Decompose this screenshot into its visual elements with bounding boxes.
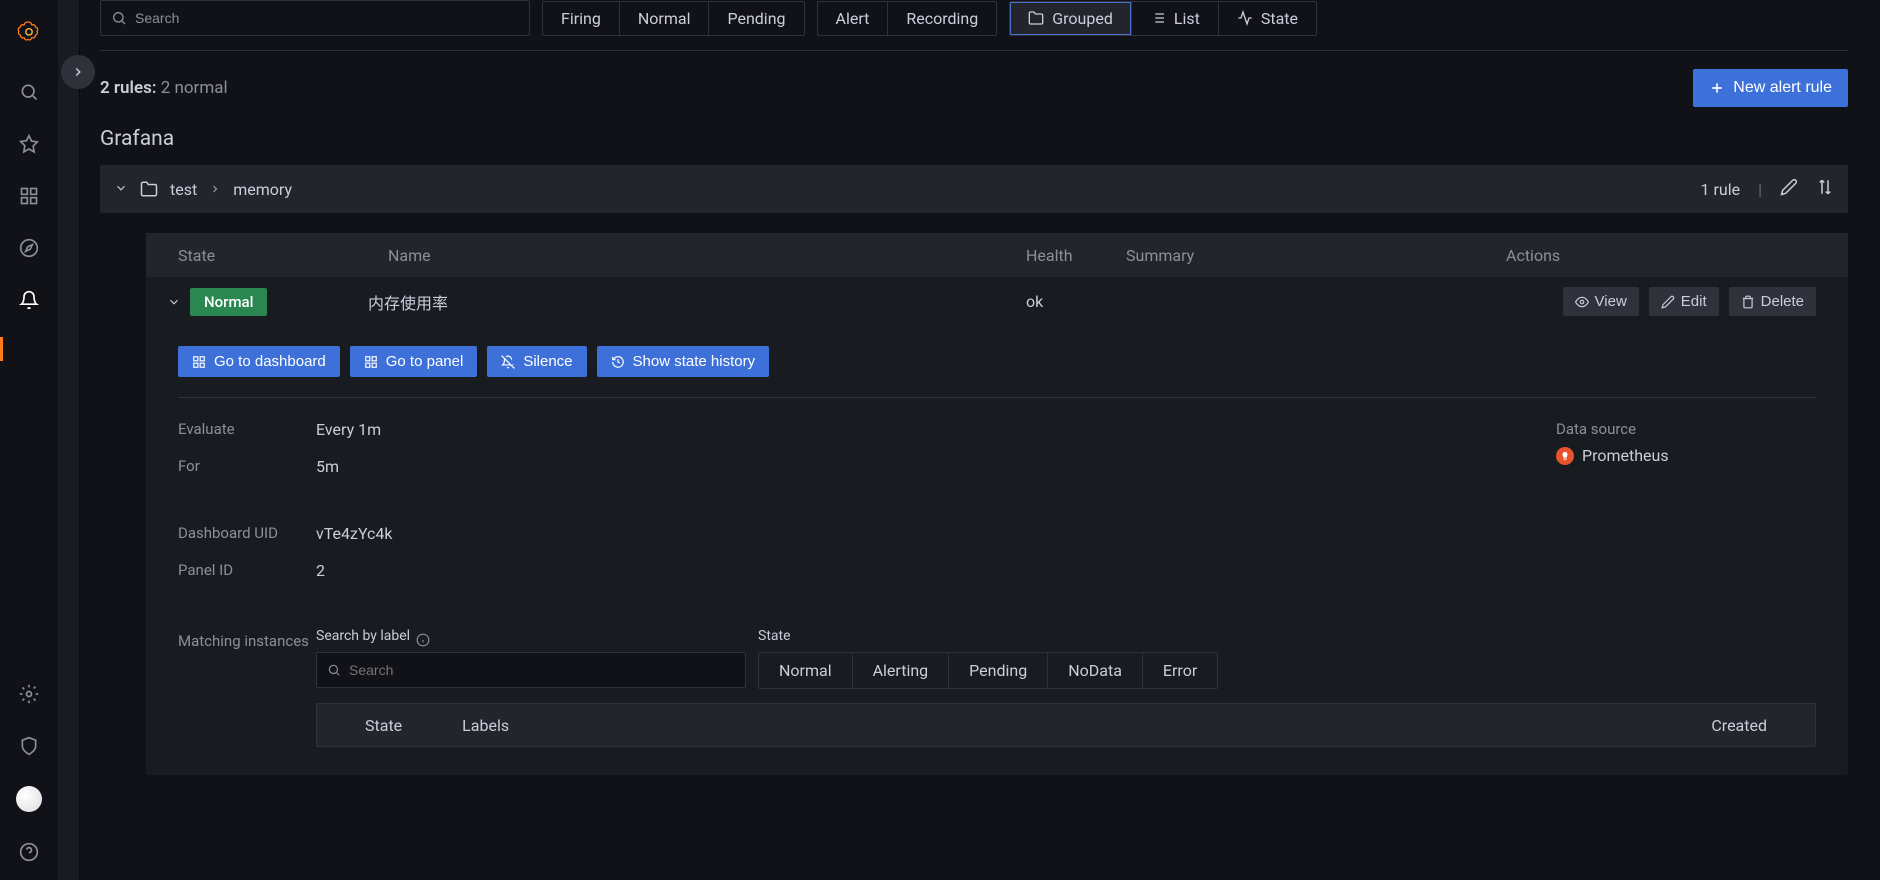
view-button[interactable]: View <box>1563 287 1639 316</box>
star-icon[interactable] <box>17 132 41 156</box>
view-toggle-group: Grouped List State <box>1009 1 1317 36</box>
chevron-right-icon <box>209 183 221 195</box>
rules-summary: 2 rules: 2 normal <box>100 78 228 98</box>
go-to-dashboard-button[interactable]: Go to dashboard <box>178 346 340 377</box>
instances-table-header: State Labels Created <box>316 703 1816 747</box>
state-error[interactable]: Error <box>1143 653 1217 688</box>
rule-row: Normal 内存使用率 ok View Edit Delete <box>146 277 1848 326</box>
folder-icon <box>1028 10 1044 26</box>
for-label: For <box>178 457 316 476</box>
settings-icon[interactable] <box>17 682 41 706</box>
active-indicator <box>0 337 3 361</box>
status-badge: Normal <box>190 288 267 316</box>
rule-expanded: Go to dashboard Go to panel Silence Show… <box>146 326 1848 775</box>
state-pending[interactable]: Pending <box>949 653 1048 688</box>
go-to-panel-button[interactable]: Go to panel <box>350 346 478 377</box>
search-icon[interactable] <box>17 80 41 104</box>
avatar[interactable] <box>16 786 42 812</box>
trash-icon <box>1741 295 1755 309</box>
activity-icon <box>1237 10 1253 26</box>
data-source-label: Data source <box>1556 420 1816 438</box>
label-search-input[interactable] <box>316 652 746 688</box>
group-label: memory <box>233 180 292 199</box>
search-icon <box>327 663 341 677</box>
info-icon[interactable] <box>416 633 430 647</box>
list-icon <box>1150 10 1166 26</box>
state-nodata[interactable]: NoData <box>1048 653 1143 688</box>
search-by-label-label: Search by label <box>316 628 410 644</box>
dashboard-uid-value: vTe4zYc4k <box>316 524 393 543</box>
edit-button[interactable]: Edit <box>1649 287 1719 316</box>
dashboards-icon[interactable] <box>17 184 41 208</box>
pencil-icon <box>1661 295 1675 309</box>
shield-icon[interactable] <box>17 734 41 758</box>
instance-state-filter: Normal Alerting Pending NoData Error <box>758 652 1218 689</box>
collapse-rule[interactable] <box>158 295 190 309</box>
dashboard-uid-label: Dashboard UID <box>178 524 316 543</box>
history-icon <box>611 355 625 369</box>
eye-icon <box>1575 295 1589 309</box>
plus-icon <box>1709 80 1725 96</box>
drawer-toggle[interactable] <box>61 55 95 89</box>
bell-off-icon <box>501 355 515 369</box>
panel-id-label: Panel ID <box>178 561 316 580</box>
state-filter-label: State <box>758 628 1218 644</box>
state-filter-group: Firing Normal Pending <box>542 1 805 36</box>
new-alert-rule-button[interactable]: New alert rule <box>1693 69 1848 107</box>
main-content: Firing Normal Pending Alert Recording Gr… <box>80 0 1880 880</box>
evaluate-label: Evaluate <box>178 420 316 439</box>
label-search-field[interactable] <box>349 662 735 678</box>
edit-group-button[interactable] <box>1780 178 1798 200</box>
filter-alert[interactable]: Alert <box>818 2 889 35</box>
rule-table-header: State Name Health Summary Actions <box>146 233 1848 277</box>
search-field[interactable] <box>135 10 519 26</box>
filter-recording[interactable]: Recording <box>888 2 996 35</box>
nav-sidebar <box>0 0 58 880</box>
filter-firing[interactable]: Firing <box>543 2 620 35</box>
rule-card: State Name Health Summary Actions Normal… <box>146 233 1848 775</box>
filter-pending[interactable]: Pending <box>709 2 803 35</box>
for-value: 5m <box>316 457 339 476</box>
filter-normal[interactable]: Normal <box>620 2 710 35</box>
evaluate-value: Every 1m <box>316 420 381 439</box>
data-source-row: Prometheus <box>1556 446 1816 465</box>
type-filter-group: Alert Recording <box>817 1 998 36</box>
page-title: Grafana <box>100 127 1848 151</box>
search-input[interactable] <box>100 0 530 36</box>
view-state[interactable]: State <box>1219 2 1316 35</box>
view-list[interactable]: List <box>1132 2 1219 35</box>
rule-count: 1 rule <box>1701 180 1741 199</box>
apps-icon <box>192 355 206 369</box>
search-icon <box>111 10 127 26</box>
grafana-logo[interactable] <box>11 16 47 52</box>
namespace-label: test <box>170 180 197 199</box>
panel-id-value: 2 <box>316 561 325 580</box>
help-icon[interactable] <box>17 840 41 864</box>
rule-group-header: test memory 1 rule | <box>100 165 1848 213</box>
matching-instances-label: Matching instances <box>178 628 316 747</box>
rule-name: 内存使用率 <box>368 290 1026 314</box>
alerting-icon[interactable] <box>17 288 41 312</box>
state-normal[interactable]: Normal <box>759 653 853 688</box>
silence-button[interactable]: Silence <box>487 346 586 377</box>
state-history-button[interactable]: Show state history <box>597 346 770 377</box>
reorder-button[interactable] <box>1816 178 1834 200</box>
drawer-edge <box>58 0 80 880</box>
folder-icon <box>140 180 158 198</box>
apps-icon <box>364 355 378 369</box>
collapse-group[interactable] <box>114 180 128 199</box>
delete-button[interactable]: Delete <box>1729 287 1816 316</box>
rule-health: ok <box>1026 292 1126 311</box>
explore-icon[interactable] <box>17 236 41 260</box>
state-alerting[interactable]: Alerting <box>853 653 950 688</box>
prometheus-icon <box>1556 447 1574 465</box>
view-grouped[interactable]: Grouped <box>1010 2 1132 35</box>
